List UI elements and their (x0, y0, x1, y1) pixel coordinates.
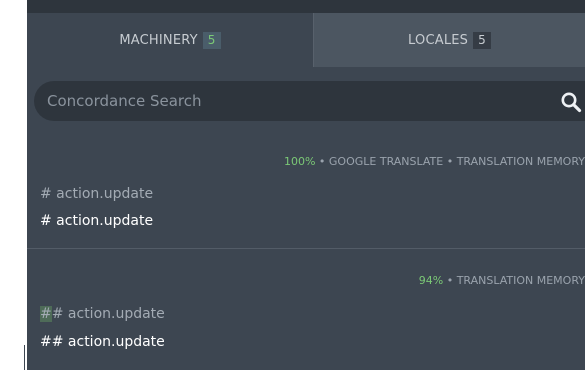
suggestion-translation: ## action.update (40, 334, 165, 350)
meta-separator: • (443, 274, 457, 287)
suggestion-original: ## action.update (40, 306, 165, 322)
suggestion-meta: 94% • TRANSLATION MEMORY (419, 274, 585, 287)
meta-separator: • (315, 155, 329, 168)
diff-highlight: # (40, 306, 52, 322)
tab-locales[interactable]: LOCALES 5 (313, 13, 585, 67)
tab-machinery-label: MACHINERY (119, 32, 198, 48)
suggestion-sources: GOOGLE TRANSLATE • TRANSLATION MEMORY (328, 155, 585, 168)
machinery-count-badge: 5 (202, 31, 221, 49)
suggestion-original: # action.update (40, 186, 154, 202)
concordance-search-input[interactable] (47, 81, 547, 121)
suggestion-sources: TRANSLATION MEMORY (456, 274, 585, 287)
translation-suggestion[interactable]: 94% • TRANSLATION MEMORY ## action.updat… (27, 249, 585, 370)
concordance-search (34, 81, 585, 121)
quality-score: 94% (418, 274, 444, 287)
edge-line (24, 345, 25, 370)
panel-tabs: MACHINERY 5 LOCALES 5 (27, 13, 585, 67)
top-strip (27, 0, 585, 13)
locales-count-badge: 5 (473, 31, 491, 49)
suggestion-translation: # action.update (40, 213, 154, 229)
tab-locales-label: LOCALES (408, 32, 469, 48)
machinery-panel: MACHINERY 5 LOCALES 5 100% • GOOGLE TRAN… (27, 0, 585, 370)
quality-score: 100% (283, 155, 316, 168)
translation-suggestion[interactable]: 100% • GOOGLE TRANSLATE • TRANSLATION ME… (27, 135, 585, 248)
tab-machinery[interactable]: MACHINERY 5 (27, 13, 313, 67)
search-icon[interactable] (560, 91, 582, 113)
suggestion-original-rest: # action.update (51, 306, 165, 322)
suggestion-meta: 100% • GOOGLE TRANSLATE • TRANSLATION ME… (284, 155, 585, 168)
